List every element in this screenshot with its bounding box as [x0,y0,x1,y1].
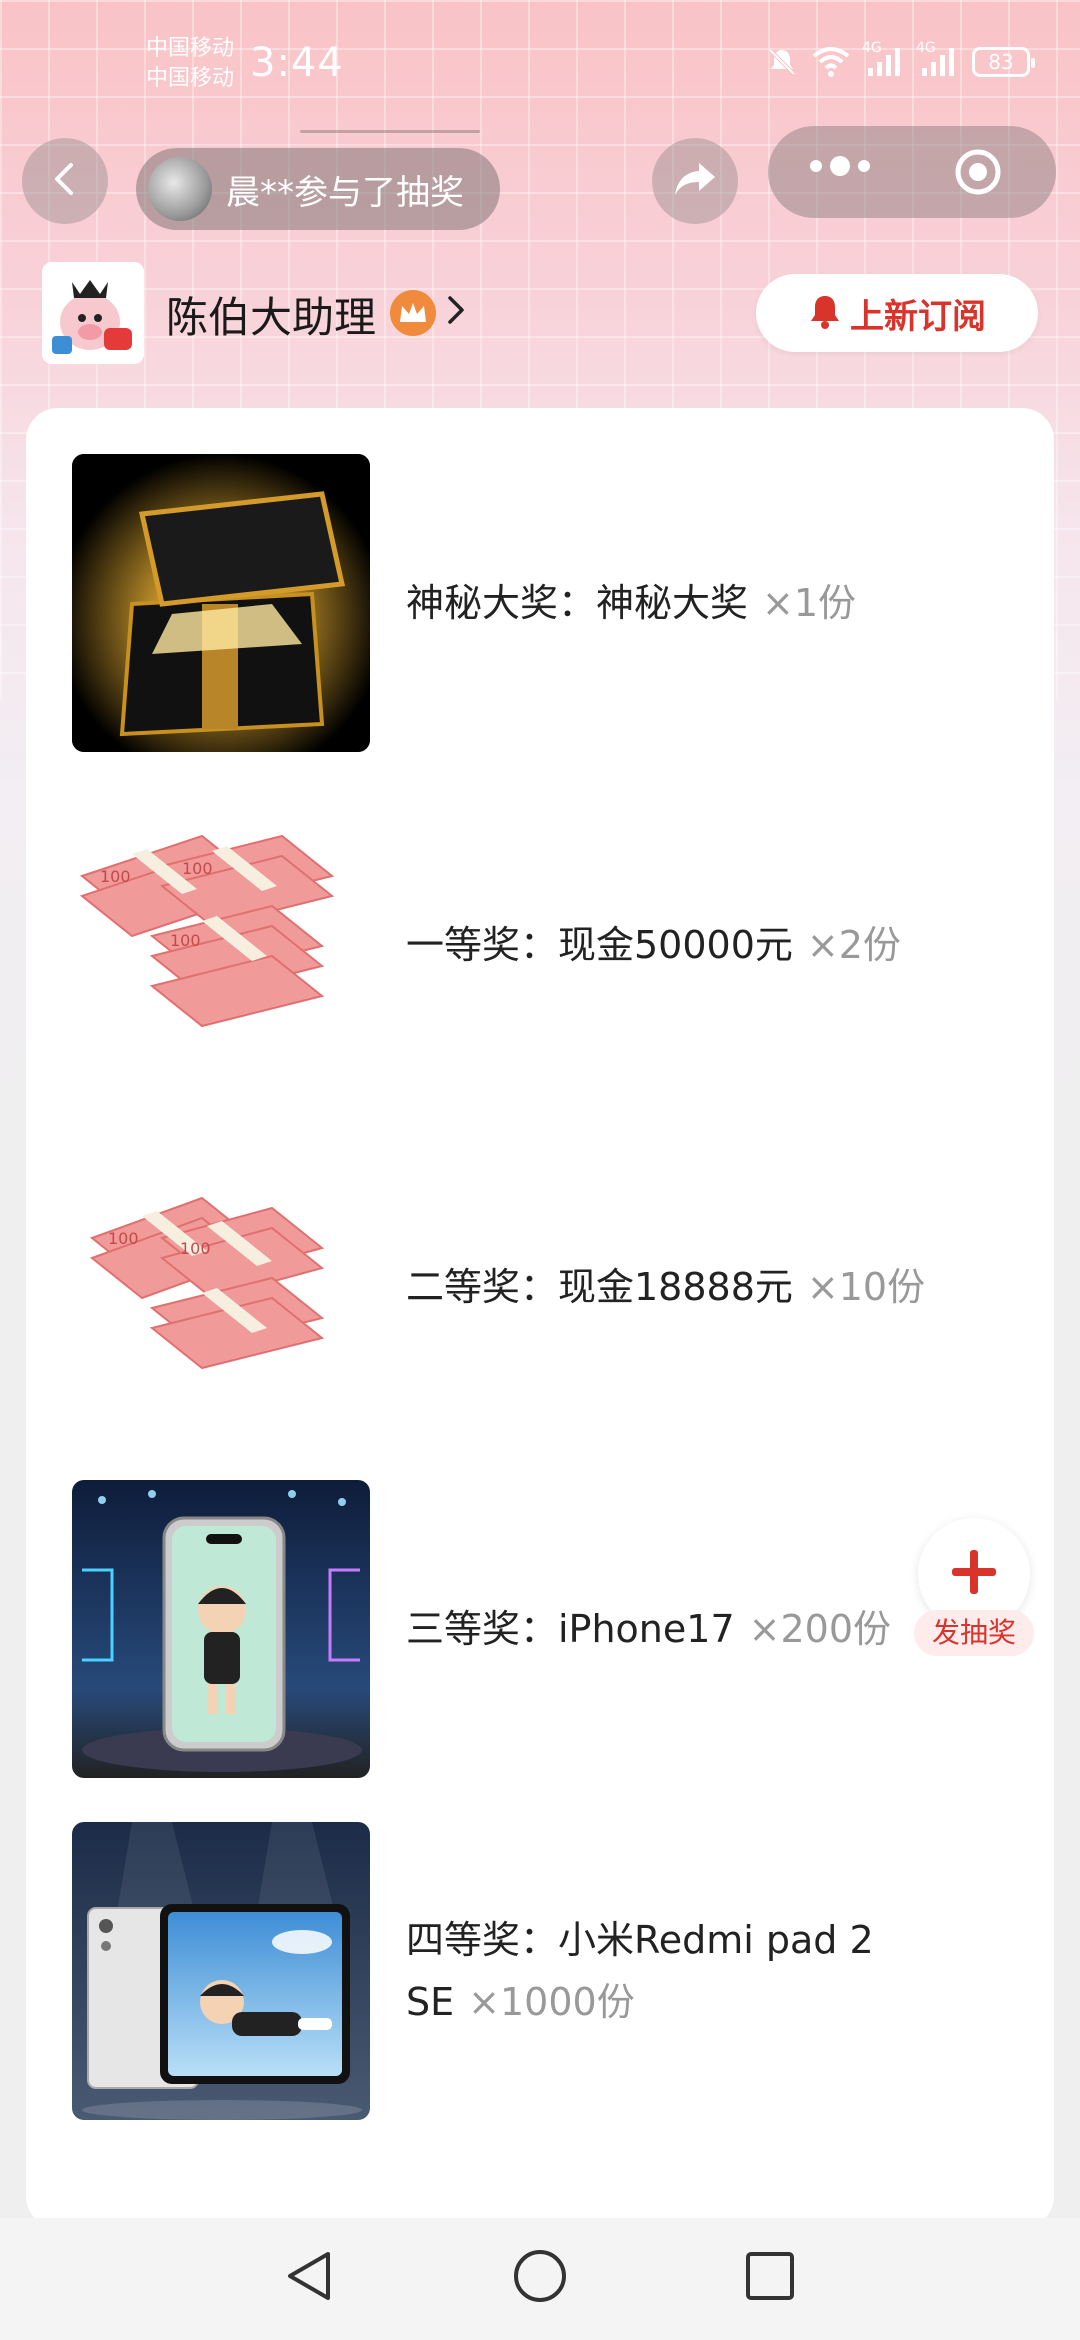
drag-indicator [300,130,480,133]
prize-item-fourth[interactable]: 四等奖：小米Redmi pad 2 SE ×1000份 [72,1822,1052,2122]
crown-icon [390,290,436,336]
mute-icon [766,46,798,78]
back-button[interactable] [22,138,108,224]
carrier-1: 中国移动 [146,36,235,61]
participation-ticker: 晨**参与了抽奖 [136,148,500,230]
carrier-2: 中国移动 [146,66,235,91]
signal-icon-1: 4G [862,40,904,78]
network-type-2: 4G [916,40,936,56]
prize-quantity: ×200份 [748,1607,891,1651]
nav-back-icon[interactable] [284,2248,334,2308]
prize-label: 神秘大奖：神秘大奖 [406,581,749,625]
signal-icon-2: 4G [916,40,958,78]
chevron-left-icon [47,161,83,201]
prize-quantity: ×2份 [806,923,901,967]
subscribe-label: 上新订阅 [850,296,986,337]
system-nav-bar [0,2218,1080,2340]
carrier-labels: 中国移动 中国移动 [146,34,234,94]
prize-item-mystery[interactable]: 神秘大奖：神秘大奖 ×1份 [72,454,1052,754]
bell-icon [808,293,842,333]
prize-info: 一等奖：现金50000元 ×2份 [406,796,946,1094]
prize-quantity: ×1份 [762,581,857,625]
prize-info: 神秘大奖：神秘大奖 ×1份 [406,454,946,752]
prize-label: 一等奖：现金50000元 [406,923,793,967]
network-type-1: 4G [862,40,882,56]
chevron-right-icon[interactable] [446,290,468,334]
cash-stacks-image: 100 100 [72,1138,370,1436]
prize-info: 四等奖：小米Redmi pad 2 SE ×1000份 [406,1822,946,2120]
prize-label: 三等奖：iPhone17 [406,1607,735,1651]
cash-stacks-image: 100 100 100 [72,796,370,1094]
clock: 3:44 [250,40,344,86]
close-target-icon[interactable] [954,148,1002,196]
prize-info: 二等奖：现金18888元 ×10份 [406,1138,946,1436]
banknote-denomination-1: 100 [108,1229,139,1248]
banknote-denomination-2: 100 [182,859,213,878]
fab-label[interactable]: 发抽奖 [914,1610,1034,1656]
prize-quantity: ×1000份 [468,1980,635,2024]
prize-item-first[interactable]: 100 100 100 一等奖：现金50000元 ×2份 [72,796,1052,1096]
create-lottery-fab[interactable]: 发抽奖 [914,1518,1034,1658]
subscribe-button[interactable]: 上新订阅 [756,274,1038,352]
miniprogram-capsule [768,126,1056,218]
plus-icon [950,1548,998,1600]
prize-item-second[interactable]: 100 100 二等奖：现金18888元 ×10份 [72,1138,1052,1438]
more-icon[interactable] [810,156,870,176]
status-icons: 4G 4G 83 [766,40,1035,78]
prize-info: 三等奖：iPhone17 ×200份 [406,1480,946,1778]
iphone-image [72,1480,370,1778]
account-avatar[interactable] [42,262,144,364]
tablet-image [72,1822,370,2120]
status-bar: 中国移动 中国移动 3:44 4G 4G 83 [0,0,1080,130]
banknote-denomination-2: 100 [180,1239,211,1258]
prize-label: 二等奖：现金18888元 [406,1265,793,1309]
nav-home-icon[interactable] [512,2248,568,2308]
prize-item-third[interactable]: 三等奖：iPhone17 ×200份 [72,1480,1052,1780]
share-button[interactable] [652,138,738,224]
ticker-text: 晨**参与了抽奖 [226,172,464,213]
battery-icon: 83 [972,47,1035,77]
share-arrow-icon [673,159,717,203]
account-name[interactable]: 陈伯大助理 [166,284,376,345]
prize-list-card: 神秘大奖：神秘大奖 ×1份 100 100 100 一等奖：现金50000元 ×… [26,408,1054,2228]
mystery-gift-box-image [72,454,370,752]
prize-quantity: ×10份 [806,1265,926,1309]
nav-recents-icon[interactable] [744,2248,796,2308]
battery-level: 83 [988,50,1014,74]
participant-avatar [148,157,212,221]
wifi-icon [812,46,850,78]
banknote-denomination-3: 100 [170,931,201,950]
banknote-denomination-1: 100 [100,867,131,886]
